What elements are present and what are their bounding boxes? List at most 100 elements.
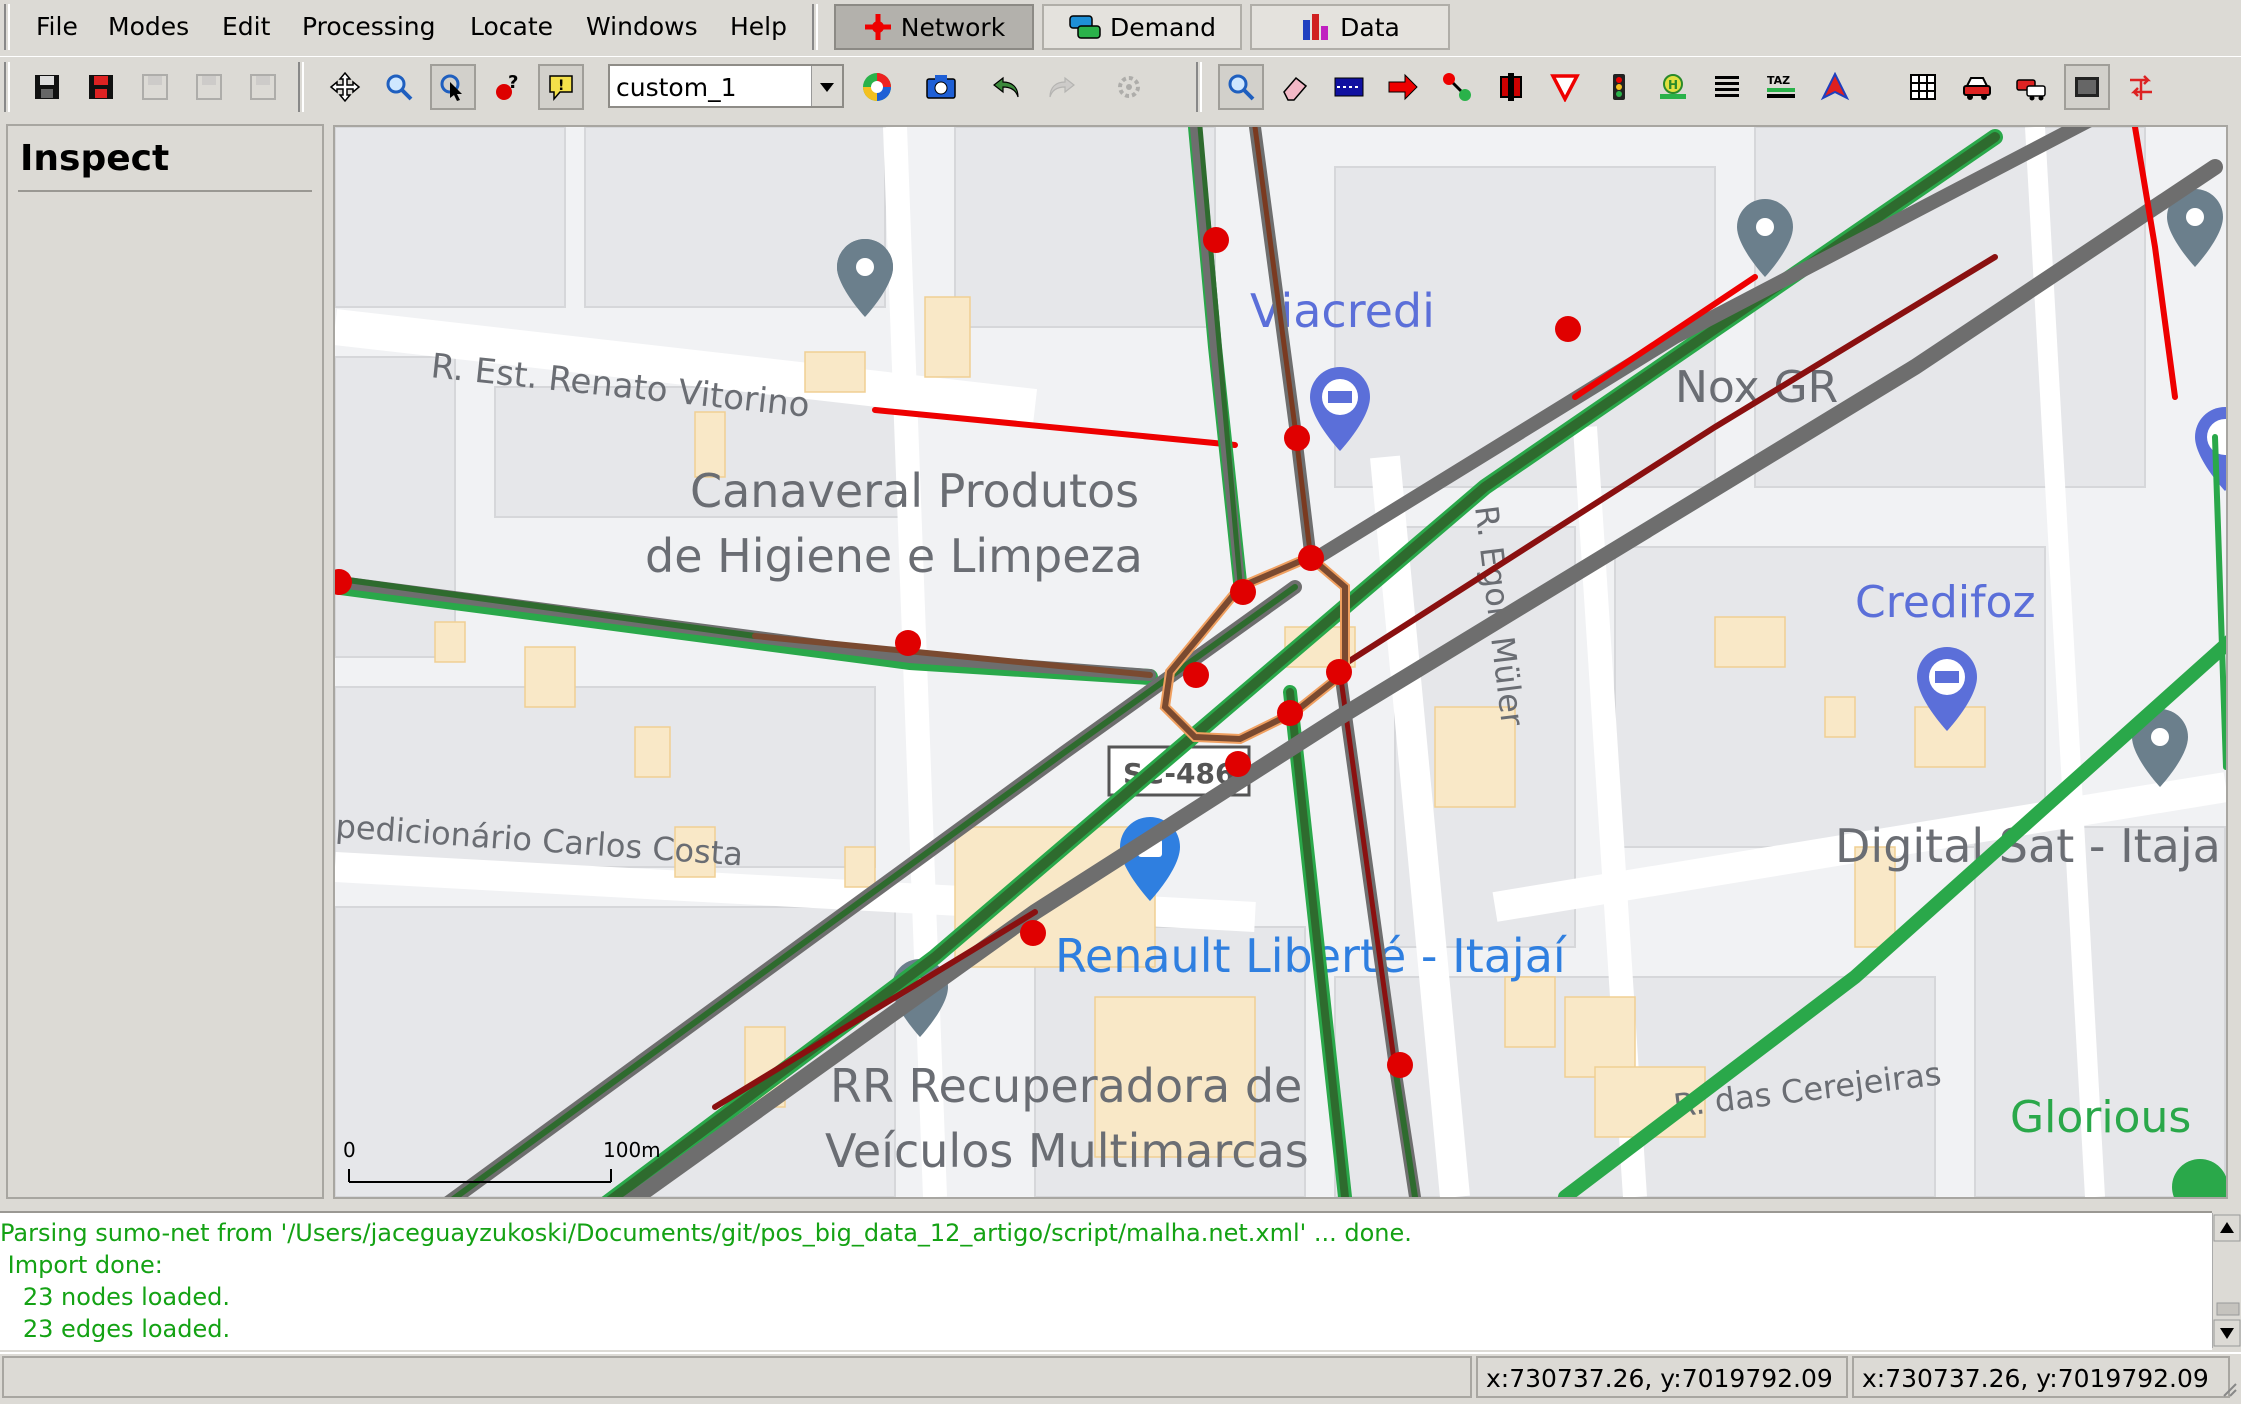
crossing-mode-button[interactable]	[1704, 64, 1750, 110]
svg-text:?: ?	[508, 72, 518, 93]
inspect-magnifier-icon	[1228, 74, 1255, 101]
floppy-disabled-icon	[196, 74, 222, 100]
poi-label: Glorious	[2010, 1092, 2191, 1143]
delete-mode-button[interactable]	[1272, 64, 1318, 110]
menu-processing[interactable]: Processing	[302, 12, 436, 41]
auto-select-junctions-button[interactable]	[2118, 64, 2164, 110]
toggle-grid-button[interactable]	[1900, 64, 1946, 110]
network-view[interactable]: R. Est. Renato Vitorino R. Egon Müler R.…	[333, 125, 2228, 1199]
color-scheme-select[interactable]: custom_1	[608, 64, 844, 108]
color-wheel-button[interactable]	[854, 64, 900, 110]
log-line: 23 edges loaded.	[0, 1315, 231, 1343]
recenter-view-button[interactable]	[322, 64, 368, 110]
traffic-light-icon	[1613, 74, 1625, 100]
log-scrollbar[interactable]	[2212, 1213, 2241, 1348]
menu-modes[interactable]: Modes	[108, 12, 189, 41]
save-network-button[interactable]	[24, 64, 70, 110]
menubar-grip[interactable]	[4, 4, 10, 50]
bus-stop-icon: H	[1660, 74, 1686, 99]
save-data-button[interactable]	[186, 64, 232, 110]
poi-label: de Higiene e Limpeza	[645, 529, 1143, 583]
toolbar-grip-3[interactable]	[1196, 62, 1202, 112]
tab-demand[interactable]: Demand	[1042, 4, 1242, 50]
scale-bar-end: 100m	[603, 1138, 661, 1162]
undo-button[interactable]	[984, 64, 1030, 110]
menu-windows[interactable]: Windows	[586, 12, 698, 41]
move-mode-button[interactable]	[1380, 64, 1426, 110]
junction-node	[1326, 659, 1352, 685]
junction-node	[1183, 662, 1209, 688]
junction-question-icon: ?	[496, 72, 518, 100]
color-scheme-value: custom_1	[616, 73, 737, 102]
screenshot-button[interactable]	[918, 64, 964, 110]
status-message-field	[2, 1356, 1472, 1398]
save-tls-button[interactable]	[240, 64, 286, 110]
camera-icon	[926, 75, 956, 99]
network-settings-button[interactable]	[1106, 64, 1152, 110]
menu-file[interactable]: File	[36, 12, 78, 41]
connection-mode-button[interactable]	[1488, 64, 1534, 110]
junction-node	[895, 630, 921, 656]
modes-grip[interactable]	[812, 4, 818, 50]
floppy-icon	[35, 75, 59, 99]
menu-edit[interactable]: Edit	[222, 12, 270, 41]
speech-warning-icon: !	[549, 75, 573, 102]
message-log[interactable]: Parsing sumo-net from '/Users/jaceguayzu…	[0, 1211, 2212, 1350]
menu-locate[interactable]: Locate	[470, 12, 553, 41]
polygon-icon	[1820, 72, 1850, 101]
scroll-thumb	[2216, 1302, 2240, 1316]
junction-node	[1230, 579, 1256, 605]
cars-icon	[2016, 79, 2046, 101]
junction-node	[1225, 751, 1251, 777]
draw-vehicles-button[interactable]	[1954, 64, 2000, 110]
junction-node	[1555, 316, 1581, 342]
taz-mode-button[interactable]: TAZ	[1758, 64, 1804, 110]
additional-mode-button[interactable]: H	[1650, 64, 1696, 110]
tab-data-label: Data	[1340, 12, 1400, 42]
scroll-down-icon	[2213, 1319, 2241, 1347]
spread-bidirectional-button[interactable]	[2064, 64, 2110, 110]
notes-button[interactable]: !	[538, 64, 584, 110]
redo-button[interactable]	[1038, 64, 1084, 110]
map-canvas[interactable]: R. Est. Renato Vitorino R. Egon Müler R.…	[335, 127, 2226, 1197]
cursor-coordinates: x:730737.26, y:7019792.09	[1476, 1356, 1848, 1398]
inspect-junction-button[interactable]: ?	[484, 64, 530, 110]
inspect-mode-button[interactable]	[1218, 64, 1264, 110]
save-additionals-button[interactable]	[78, 64, 124, 110]
prohibition-mode-button[interactable]	[1542, 64, 1588, 110]
connection-icon	[1500, 73, 1522, 101]
junction-node	[1298, 545, 1324, 571]
data-chart-icon	[1303, 14, 1329, 40]
floppy-red-icon	[89, 75, 113, 99]
locate-button[interactable]	[430, 64, 476, 110]
grid-icon	[1910, 74, 1936, 100]
junction-node	[1277, 700, 1303, 726]
svg-text:TAZ: TAZ	[1767, 74, 1790, 87]
show-demand-button[interactable]	[2008, 64, 2054, 110]
red-arrow-icon	[1388, 73, 1418, 101]
scale-bar-start: 0	[343, 1138, 356, 1162]
tab-data[interactable]: Data	[1250, 4, 1450, 50]
zoom-button[interactable]	[376, 64, 422, 110]
menu-help[interactable]: Help	[730, 12, 787, 41]
chevron-down-icon[interactable]	[811, 66, 842, 106]
locate-cursor-icon	[440, 74, 462, 101]
poi-label: Canaveral Produtos	[690, 464, 1139, 518]
log-line: Parsing sumo-net from '/Users/jaceguayzu…	[0, 1219, 1412, 1247]
toolbar-grip-2[interactable]	[298, 62, 304, 112]
floppy-disabled-icon	[142, 74, 168, 100]
log-line: 23 nodes loaded.	[0, 1283, 231, 1311]
resize-grip-icon[interactable]	[2222, 1380, 2238, 1398]
shape-mode-button[interactable]	[1812, 64, 1858, 110]
toolbar-grip-1[interactable]	[4, 62, 10, 112]
create-edge-button[interactable]	[1434, 64, 1480, 110]
tab-network[interactable]: Network	[834, 4, 1034, 50]
cursor-geo-coordinates: x:730737.26, y:7019792.09	[1852, 1356, 2230, 1398]
save-demand-button[interactable]	[132, 64, 178, 110]
taz-icon: TAZ	[1767, 74, 1795, 98]
select-mode-button[interactable]	[1326, 64, 1372, 110]
traffic-light-mode-button[interactable]	[1596, 64, 1642, 110]
floppy-disabled-icon	[250, 74, 276, 100]
junction-node	[1387, 1052, 1413, 1078]
junction-node	[1203, 227, 1229, 253]
